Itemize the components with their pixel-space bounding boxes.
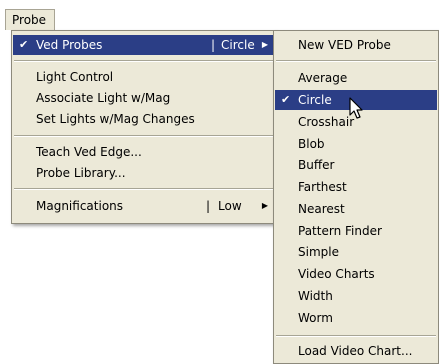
submenu-item-nearest[interactable]: Nearest bbox=[275, 199, 437, 219]
menu-separator bbox=[14, 60, 273, 62]
submenu-item-simple[interactable]: Simple bbox=[275, 242, 437, 262]
menu-item-probe-library[interactable]: Probe Library... bbox=[13, 163, 274, 183]
check-icon: ✔ bbox=[19, 38, 29, 51]
menu-item-label: Nearest bbox=[298, 202, 345, 216]
submenu-item-average[interactable]: Average bbox=[275, 68, 437, 88]
menu-probe-label: Probe bbox=[12, 13, 47, 27]
menu-item-label: Farthest bbox=[298, 180, 347, 194]
menu-item-teach-ved-edge[interactable]: Teach Ved Edge... bbox=[13, 142, 274, 162]
menu-item-label: Teach Ved Edge... bbox=[36, 145, 142, 159]
menu-item-label: New VED Probe bbox=[298, 38, 391, 52]
menu-separator bbox=[276, 60, 436, 62]
magnifications-current-value: Low bbox=[218, 199, 242, 213]
submenu-item-blob[interactable]: Blob bbox=[275, 134, 437, 154]
probe-menu: ✔ Ved Probes | Circle ▶ Light Control As… bbox=[11, 30, 276, 224]
menu-separator bbox=[276, 335, 436, 337]
menu-item-label: Average bbox=[298, 71, 348, 85]
menu-item-magnifications[interactable]: Magnifications | Low ▶ bbox=[13, 196, 274, 216]
menu-probe[interactable]: Probe bbox=[5, 9, 55, 30]
menu-item-label: Load Video Chart... bbox=[298, 344, 413, 358]
menu-item-label: Circle bbox=[298, 93, 332, 107]
submenu-item-load-video-chart[interactable]: Load Video Chart... bbox=[275, 341, 437, 361]
menu-item-label: Width bbox=[298, 289, 333, 303]
submenu-arrow-icon: ▶ bbox=[261, 201, 268, 210]
menu-item-label: Pattern Finder bbox=[298, 224, 382, 238]
menu-item-label: Worm bbox=[298, 311, 333, 325]
menu-item-label: Magnifications bbox=[36, 199, 124, 213]
submenu-item-pattern-finder[interactable]: Pattern Finder bbox=[275, 221, 437, 241]
menu-item-label: Crosshair bbox=[298, 115, 355, 129]
shortcut-separator: | bbox=[206, 199, 211, 213]
submenu-item-farthest[interactable]: Farthest bbox=[275, 177, 437, 197]
menu-item-label: Light Control bbox=[36, 70, 114, 84]
menu-bar: Probe bbox=[0, 0, 439, 33]
menu-item-label: Set Lights w/Mag Changes bbox=[36, 112, 195, 126]
submenu-item-new-ved-probe[interactable]: New VED Probe bbox=[275, 35, 437, 55]
menu-separator bbox=[14, 135, 273, 137]
menu-item-label: Blob bbox=[298, 137, 325, 151]
menu-item-set-lights[interactable]: Set Lights w/Mag Changes bbox=[13, 109, 274, 129]
submenu-item-worm[interactable]: Worm bbox=[275, 308, 437, 328]
menu-item-label: Buffer bbox=[298, 158, 335, 172]
shortcut-separator: | bbox=[211, 38, 216, 52]
submenu-item-buffer[interactable]: Buffer bbox=[275, 155, 437, 175]
submenu-item-video-charts[interactable]: Video Charts bbox=[275, 264, 437, 284]
ved-probes-submenu: New VED Probe Average ✔ Circle Crosshair… bbox=[273, 30, 439, 364]
menu-item-label: Probe Library... bbox=[36, 166, 126, 180]
submenu-item-width[interactable]: Width bbox=[275, 286, 437, 306]
menu-separator bbox=[14, 188, 273, 190]
menu-item-associate-light[interactable]: Associate Light w/Mag bbox=[13, 88, 274, 108]
menu-item-label: Video Charts bbox=[298, 267, 375, 281]
submenu-arrow-icon: ▶ bbox=[261, 40, 268, 49]
ved-probes-current-value: Circle bbox=[221, 38, 255, 52]
menu-item-ved-probes[interactable]: ✔ Ved Probes | Circle ▶ bbox=[13, 35, 274, 55]
menu-item-label: Ved Probes bbox=[36, 38, 103, 52]
menu-item-light-control[interactable]: Light Control bbox=[13, 67, 274, 87]
menu-item-label: Simple bbox=[298, 245, 339, 259]
mouse-pointer-icon bbox=[349, 97, 363, 119]
check-icon: ✔ bbox=[281, 93, 291, 106]
menu-item-label: Associate Light w/Mag bbox=[36, 91, 171, 105]
